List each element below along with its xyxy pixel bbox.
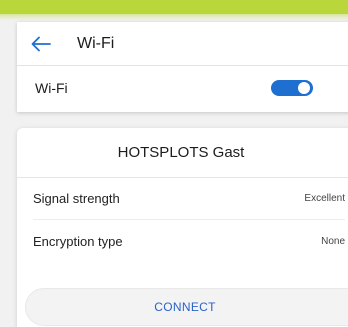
wifi-toggle-row[interactable]: Wi-Fi xyxy=(17,66,348,110)
signal-strength-value: Excellent xyxy=(304,193,345,204)
signal-strength-label: Signal strength xyxy=(33,191,120,206)
toolbar: Wi-Fi xyxy=(17,22,348,66)
connect-button[interactable]: CONNECT xyxy=(25,288,348,326)
toggle-knob xyxy=(298,82,310,94)
info-row-signal: Signal strength Excellent xyxy=(33,178,345,220)
top-accent-shade xyxy=(0,14,348,20)
wifi-toggle-switch[interactable] xyxy=(271,80,313,96)
arrow-left-icon[interactable] xyxy=(31,34,57,54)
encryption-type-value: None xyxy=(321,235,345,247)
network-dialog: HOTSPLOTS Gast Signal strength Excellent… xyxy=(17,128,348,327)
info-row-encryption: Encryption type None xyxy=(33,220,345,262)
encryption-type-label: Encryption type xyxy=(33,233,123,249)
page-title: Wi-Fi xyxy=(77,34,115,52)
wifi-toggle-label: Wi-Fi xyxy=(35,80,68,96)
network-name: HOTSPLOTS Gast xyxy=(17,128,348,178)
wifi-settings-card: Wi-Fi Wi-Fi xyxy=(17,22,348,112)
